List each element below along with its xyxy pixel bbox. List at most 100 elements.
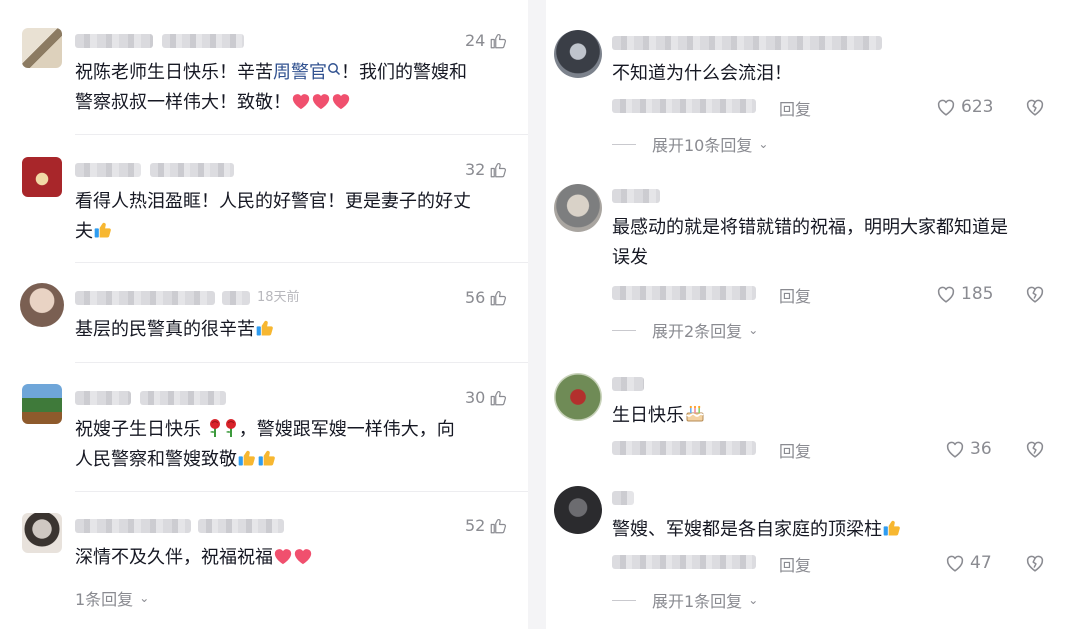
username-blurred[interactable]: [75, 34, 153, 48]
heart-emoji-icon: [311, 92, 331, 110]
thumbs-up-icon: [489, 32, 507, 50]
avatar[interactable]: [20, 283, 64, 327]
reply-button[interactable]: 回复: [779, 438, 811, 462]
username-blurred[interactable]: [612, 491, 634, 505]
thumbs-up-emoji-icon: [93, 220, 113, 240]
comment-text-part: 警察叔叔一样伟大！致敬！: [75, 92, 291, 113]
comment-text-part: 祝陈老师生日快乐！辛苦: [75, 62, 273, 83]
username-blurred[interactable]: [612, 36, 882, 50]
search-icon: [327, 62, 341, 76]
rose-emoji-icon: [223, 418, 239, 438]
date-blurred: [612, 99, 756, 113]
rose-emoji-icon: [207, 418, 223, 438]
avatar[interactable]: [554, 184, 602, 232]
like-button[interactable]: 32: [465, 160, 507, 179]
comment-text-part: 夫: [75, 221, 93, 242]
heart-count: 47: [970, 553, 992, 573]
reply-label: 回复: [779, 287, 812, 306]
comment-separator: [75, 491, 528, 492]
thumbs-up-emoji-icon: [237, 448, 257, 468]
thumbs-up-icon: [489, 161, 507, 179]
thumbs-up-emoji-icon: [257, 448, 277, 468]
comment-separator: [75, 134, 528, 135]
broken-heart-icon[interactable]: [1024, 438, 1046, 460]
like-button[interactable]: 56: [465, 288, 507, 307]
meta-blurred: [150, 163, 234, 177]
heart-button[interactable]: 47: [944, 552, 992, 574]
mention-link[interactable]: 周警官: [273, 62, 327, 83]
reply-label: 回复: [779, 100, 812, 119]
expand-replies-button[interactable]: 展开2条回复 ⌄: [612, 318, 758, 342]
reply-button[interactable]: 回复: [779, 283, 811, 307]
heart-icon: [944, 552, 966, 574]
comment-text-part: ！我们的警嫂和: [341, 62, 467, 83]
reply-button[interactable]: 回复: [779, 96, 811, 120]
view-replies-button[interactable]: 1条回复 ⌄: [75, 586, 149, 610]
avatar[interactable]: [22, 513, 62, 553]
avatar[interactable]: [22, 28, 62, 68]
expand-replies-label: 展开2条回复: [652, 322, 743, 341]
comment-text-part: 人民警察和警嫂致敬: [75, 449, 237, 470]
like-button[interactable]: 24: [465, 31, 507, 50]
like-button[interactable]: 52: [465, 516, 507, 535]
like-count: 32: [465, 160, 486, 179]
avatar[interactable]: [554, 486, 602, 534]
heart-emoji-icon: [293, 547, 313, 565]
thumbs-up-icon: [489, 289, 507, 307]
comment-text: 警嫂、军嫂都是各自家庭的顶梁柱: [612, 515, 1052, 545]
comment-text: 基层的民警真的很辛苦: [75, 315, 515, 345]
username-blurred[interactable]: [75, 391, 131, 405]
heart-button[interactable]: 36: [944, 438, 992, 460]
like-button[interactable]: 30: [465, 388, 507, 407]
heart-count: 36: [970, 439, 992, 459]
comment-text: 祝陈老师生日快乐！辛苦周警官 ！我们的警嫂和 警察叔叔一样伟大！致敬！: [75, 58, 515, 118]
expand-replies-button[interactable]: 展开1条回复 ⌄: [612, 588, 758, 612]
heart-emoji-icon: [331, 92, 351, 110]
username-blurred[interactable]: [75, 291, 215, 305]
username-blurred[interactable]: [75, 519, 191, 533]
thumbs-up-icon: [489, 517, 507, 535]
date-blurred: [612, 441, 756, 455]
username-blurred[interactable]: [612, 377, 644, 391]
view-replies-label: 1条回复: [75, 590, 134, 609]
avatar[interactable]: [22, 157, 62, 197]
avatar[interactable]: [554, 30, 602, 78]
broken-heart-icon[interactable]: [1024, 283, 1046, 305]
avatar[interactable]: [22, 384, 62, 424]
column-divider: [528, 0, 546, 629]
comment-text: 看得人热泪盈眶！人民的好警官！更是妻子的好丈 夫: [75, 187, 520, 247]
right-comment-column: 不知道为什么会流泪！ 回复 623 展开10条回复 ⌄ 最感动的就是将错就错的祝…: [546, 0, 1080, 629]
meta-blurred: [162, 34, 244, 48]
heart-icon: [935, 96, 957, 118]
avatar[interactable]: [554, 373, 602, 421]
expand-replies-button[interactable]: 展开10条回复 ⌄: [612, 132, 768, 156]
comment-separator: [75, 362, 528, 363]
reply-label: 回复: [779, 442, 812, 461]
broken-heart-icon[interactable]: [1024, 552, 1046, 574]
chevron-down-icon: ⌄: [748, 593, 759, 607]
heart-button[interactable]: 623: [935, 96, 993, 118]
heart-icon: [935, 283, 957, 305]
comment-text-part: 警嫂、军嫂都是各自家庭的顶梁柱: [612, 519, 882, 540]
heart-emoji-icon: [291, 92, 311, 110]
expand-line: [612, 143, 636, 145]
heart-count: 623: [961, 97, 994, 117]
comment-text-part: 不知道为什么会流泪！: [612, 63, 792, 84]
meta-blurred: [222, 291, 250, 305]
expand-replies-label: 展开10条回复: [652, 136, 753, 155]
like-count: 56: [465, 288, 486, 307]
broken-heart-icon[interactable]: [1024, 96, 1046, 118]
heart-button[interactable]: 185: [935, 283, 993, 305]
comment-text: 祝嫂子生日快乐 ，警嫂跟军嫂一样伟大，向 人民警察和警嫂致敬: [75, 415, 520, 475]
comment-text: 深情不及久伴，祝福祝福: [75, 543, 515, 573]
username-blurred[interactable]: [75, 163, 141, 177]
comment-text-part: 最感动的就是将错就错的祝福，明明大家都知道是: [612, 217, 1008, 238]
birthday-cake-emoji-icon: [684, 402, 706, 424]
reply-label: 回复: [779, 556, 812, 575]
comment-text-part: 深情不及久伴，祝福祝福: [75, 547, 273, 568]
username-blurred[interactable]: [612, 189, 660, 203]
comment-text: 生日快乐: [612, 401, 1052, 431]
comment-text-part: 看得人热泪盈眶！人民的好警官！更是妻子的好丈: [75, 191, 471, 212]
like-count: 30: [465, 388, 486, 407]
reply-button[interactable]: 回复: [779, 552, 811, 576]
